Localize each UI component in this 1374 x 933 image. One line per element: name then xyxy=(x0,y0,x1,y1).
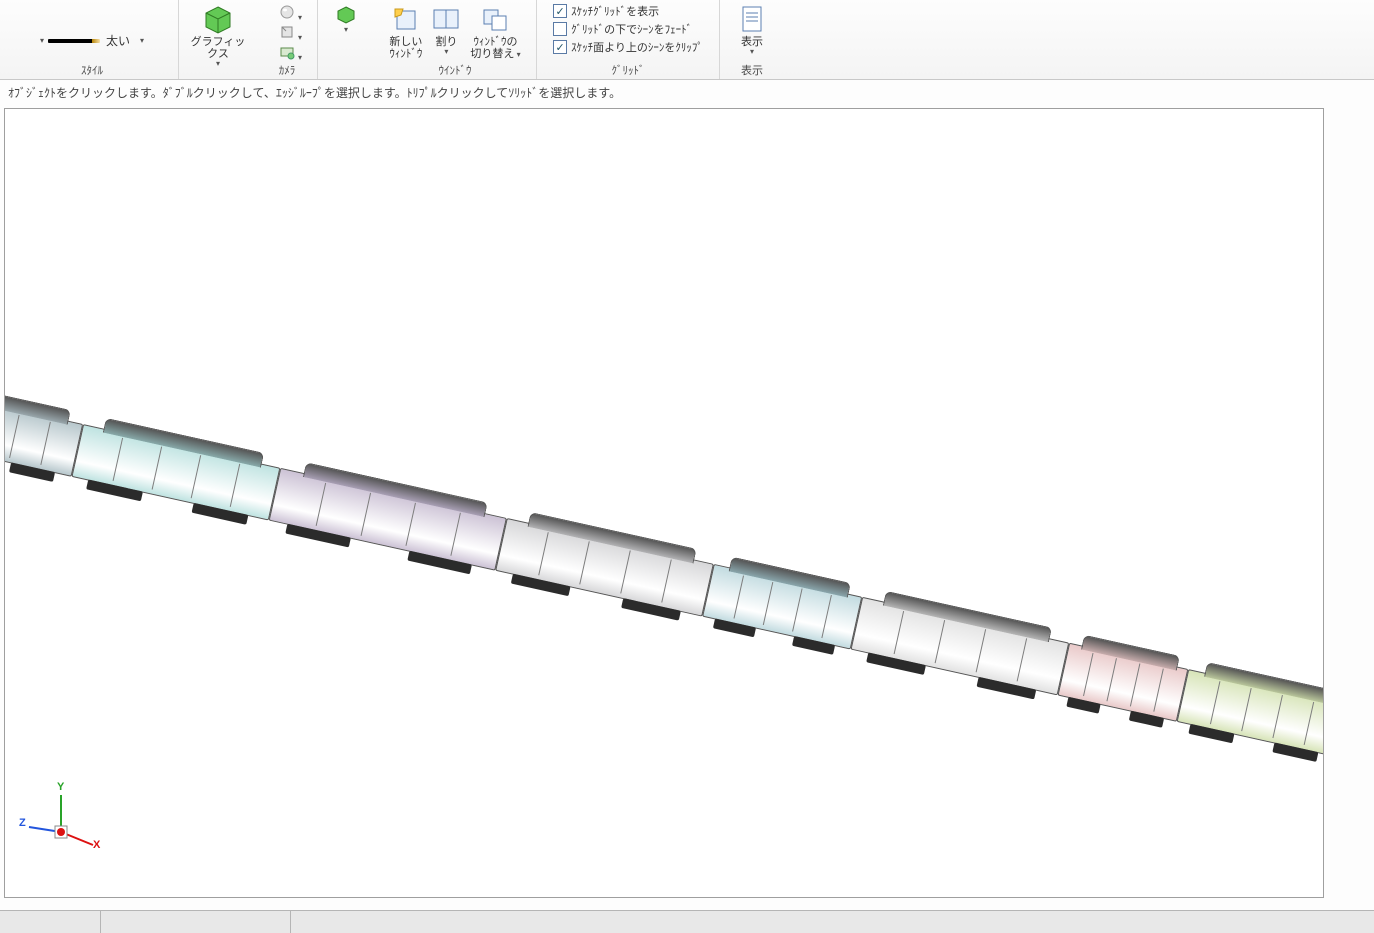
ribbon-group-graphics: グラフィックス ▾ xyxy=(179,0,257,79)
checkbox-checked-icon: ✓ xyxy=(553,40,567,54)
3d-viewport[interactable]: Y X Z xyxy=(4,108,1324,898)
train-car xyxy=(851,597,1070,696)
split-window-icon xyxy=(430,4,462,36)
dropdown-arrow-icon: ▾ xyxy=(344,26,348,34)
train-bogie xyxy=(1273,743,1319,762)
ribbon-group-geom: ▾ xyxy=(318,0,374,79)
ribbon-group-camera: ▾ ▾ ▾ ｶﾒﾗ xyxy=(257,0,318,79)
camera-cube-button[interactable]: ▾ xyxy=(276,22,298,42)
clip-above-sketch-plane-checkbox[interactable]: ✓ ｽｹｯﾁ面より上のｼｰﾝをｸﾘｯﾌﾟ xyxy=(549,38,707,56)
dropdown-arrow-icon: ▾ xyxy=(514,50,520,59)
train-car xyxy=(269,468,507,571)
train-bogie xyxy=(1066,697,1101,714)
train-bogie xyxy=(1188,724,1234,743)
line-swatch-icon xyxy=(48,39,100,43)
train-bogie xyxy=(866,652,926,674)
train-bogie xyxy=(9,462,55,481)
switch-label-2: 切り替え xyxy=(470,48,514,60)
train-car xyxy=(1058,643,1189,722)
train-car-roof xyxy=(103,418,264,468)
train-bogie xyxy=(621,598,681,620)
train-bogie xyxy=(1129,711,1164,728)
train-bogie xyxy=(713,618,756,637)
dropdown-arrow-icon: ▾ xyxy=(140,37,144,45)
switch-window-button[interactable]: ｳｨﾝﾄﾞｳの 切り替え ▾ xyxy=(466,2,524,62)
ribbon-group-display: 表示 ▾ 表示 xyxy=(720,0,784,79)
train-car xyxy=(702,564,862,650)
group-title-window: ｳｲﾝﾄﾞｳ xyxy=(374,62,536,78)
train-model xyxy=(4,389,1324,757)
train-bogie xyxy=(86,479,143,501)
document-icon xyxy=(736,4,768,36)
selection-hint-text: ｵﾌﾞｼﾞｪｸﾄをクリックします。ﾀﾞﾌﾞﾙクリックして、ｴｯｼﾞﾙｰﾌﾟを選択… xyxy=(0,80,1374,108)
dropdown-arrow-icon: ▾ xyxy=(444,48,448,56)
new-window-button[interactable]: 新しい ｳｨﾝﾄﾞｳ xyxy=(385,2,426,62)
train-bogie xyxy=(511,574,571,596)
group-title-style: ｽﾀｲﾙ xyxy=(6,62,178,78)
axis-y-label: Y xyxy=(57,781,64,793)
switch-label-1: ｳｨﾝﾄﾞｳの xyxy=(474,36,518,48)
new-window-label-2: ｳｨﾝﾄﾞｳ xyxy=(389,48,422,60)
ribbon-toolbar: ▾ 太い ▾ ｽﾀｲﾙ グラフィックス ▾ xyxy=(0,0,1374,80)
group-title-display: 表示 xyxy=(720,62,784,78)
dropdown-arrow-icon: ▾ xyxy=(750,48,754,56)
switch-window-icon xyxy=(480,4,512,36)
train-car xyxy=(71,424,280,520)
graphics-button[interactable]: グラフィックス ▾ xyxy=(185,2,251,70)
train-car-roof xyxy=(303,462,488,517)
group-title-camera: ｶﾒﾗ xyxy=(257,62,317,78)
status-bar xyxy=(0,910,1374,933)
cube-small-green-icon xyxy=(335,4,357,26)
train-car xyxy=(4,389,83,477)
show-sketch-grid-checkbox[interactable]: ✓ ｽｹｯﾁｸﾞﾘｯﾄﾞを表示 xyxy=(549,2,663,20)
train-bogie xyxy=(192,503,249,525)
line-weight-label: 太い xyxy=(106,32,130,49)
train-bogie xyxy=(792,636,835,655)
camera-sphere-button[interactable]: ▾ xyxy=(276,2,298,22)
new-window-icon xyxy=(390,4,422,36)
chk3-label: ｽｹｯﾁ面より上のｼｰﾝをｸﾘｯﾌﾟ xyxy=(571,39,703,55)
chk1-label: ｽｹｯﾁｸﾞﾘｯﾄﾞを表示 xyxy=(571,3,659,19)
ribbon-group-window: 新しい ｳｨﾝﾄﾞｳ 割り ▾ ｳｨﾝﾄﾞｳの 切り替え ▾ ｳｲﾝﾄﾞｳ xyxy=(374,0,537,79)
checkbox-unchecked-icon xyxy=(553,22,567,36)
train-bogie xyxy=(977,677,1037,699)
checkbox-checked-icon: ✓ xyxy=(553,4,567,18)
axis-x-label: X xyxy=(93,839,100,851)
group-title-grid: ｸﾞﾘｯﾄﾞ xyxy=(537,62,719,78)
dropdown-arrow-icon: ▾ xyxy=(216,60,220,68)
train-car-roof xyxy=(729,557,851,598)
axis-triad[interactable]: Y X Z xyxy=(21,787,101,857)
cube-green-icon xyxy=(202,4,234,36)
line-style-dropdown[interactable]: ▾ 太い ▾ xyxy=(36,30,148,51)
axis-z-label: Z xyxy=(19,817,26,829)
new-window-label-1: 新しい xyxy=(389,36,422,48)
chk2-label: ｸﾞﾘｯﾄﾞの下でｼｰﾝをﾌｪｰﾄﾞ xyxy=(571,21,692,37)
train-car-roof xyxy=(527,512,696,563)
camera-planar-button[interactable]: ▾ xyxy=(276,42,298,62)
fade-scene-below-grid-checkbox[interactable]: ｸﾞﾘｯﾄﾞの下でｼｰﾝをﾌｪｰﾄﾞ xyxy=(549,20,696,38)
graphics-label: グラフィックス xyxy=(189,36,247,60)
train-bogie xyxy=(286,524,351,548)
dropdown-arrow-icon: ▾ xyxy=(40,37,44,45)
train-bogie xyxy=(407,551,472,575)
ribbon-group-grid: ✓ ｽｹｯﾁｸﾞﾘｯﾄﾞを表示 ｸﾞﾘｯﾄﾞの下でｼｰﾝをﾌｪｰﾄﾞ ✓ ｽｹｯ… xyxy=(537,0,720,79)
split-window-button[interactable]: 割り ▾ xyxy=(426,2,466,58)
train-car-roof xyxy=(4,382,71,425)
display-panel-button[interactable]: 表示 ▾ xyxy=(732,2,772,58)
train-car xyxy=(495,518,714,617)
train-car-roof xyxy=(883,591,1052,642)
train-car-roof xyxy=(1204,662,1324,705)
body-visibility-button[interactable]: ▾ xyxy=(331,2,361,36)
train-car-roof xyxy=(1081,635,1180,671)
ribbon-group-style: ▾ 太い ▾ ｽﾀｲﾙ xyxy=(6,0,179,79)
train-car xyxy=(1177,669,1324,757)
